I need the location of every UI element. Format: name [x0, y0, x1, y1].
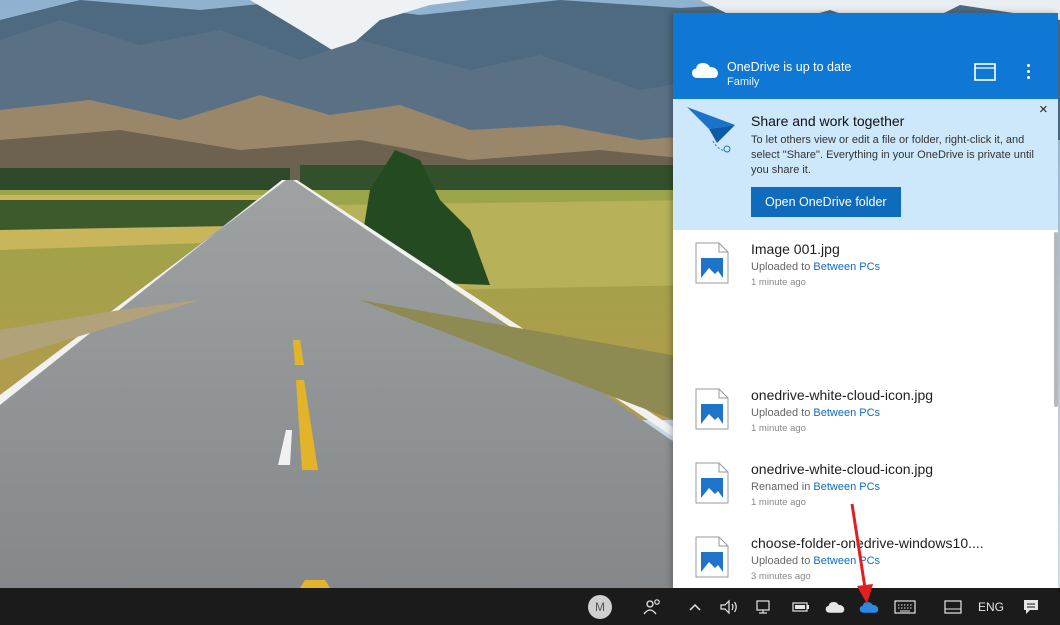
location-link[interactable]: Between PCs [813, 555, 880, 567]
image-file-icon [695, 536, 729, 578]
promo-text: To let others view or edit a file or fol… [751, 134, 1034, 176]
file-name: Image 001.jpg [751, 241, 840, 257]
file-name: onedrive-white-cloud-icon.jpg [751, 387, 934, 403]
onedrive-blue-icon[interactable] [856, 588, 882, 625]
more-options-icon[interactable] [1023, 61, 1033, 83]
sync-status-title: OneDrive is up to date [727, 60, 852, 74]
avatar[interactable]: M [585, 588, 615, 625]
location-link[interactable]: Between PCs [813, 261, 880, 273]
avatar-letter: M [588, 594, 612, 619]
tablet-icon[interactable] [940, 588, 966, 625]
close-icon[interactable]: × [1039, 101, 1048, 118]
location-link[interactable]: Between PCs [813, 407, 880, 419]
account-name: Family [727, 76, 760, 88]
list-item[interactable]: Image 001.jpg Uploaded to Between PCs 1 … [673, 230, 1048, 298]
people-icon[interactable] [640, 588, 666, 625]
file-time: 3 minutes ago [751, 571, 811, 582]
image-file-icon [695, 462, 729, 504]
flyout-header: OneDrive is up to date Family [673, 13, 1058, 99]
location-link[interactable]: Between PCs [813, 481, 880, 493]
list-item[interactable]: onedrive-white-cloud-icon.jpg Renamed in… [673, 450, 1048, 518]
taskbar: M ENG [0, 588, 1060, 625]
paper-plane-icon [687, 107, 735, 153]
volume-icon[interactable] [716, 588, 742, 625]
list-item[interactable]: onedrive-white-cloud-icon.jpg Uploaded t… [673, 376, 1048, 444]
onedrive-flyout: OneDrive is up to date Family × Share an… [673, 13, 1058, 588]
file-time: 1 minute ago [751, 423, 806, 434]
scrollbar[interactable] [1054, 232, 1058, 407]
file-time: 1 minute ago [751, 277, 806, 288]
chevron-up-icon[interactable] [684, 588, 706, 625]
battery-icon[interactable] [788, 588, 814, 625]
activity-list: Image 001.jpg Uploaded to Between PCs 1 … [673, 230, 1058, 588]
file-action: Renamed in Between PCs [751, 481, 881, 493]
file-action: Uploaded to Between PCs [751, 407, 881, 419]
share-promo-banner: × Share and work together To let others … [673, 99, 1058, 230]
file-action: Uploaded to Between PCs [751, 555, 881, 567]
file-name: choose-folder-onedrive-windows10.... [751, 535, 984, 551]
onedrive-cloud-icon [692, 63, 718, 78]
open-onedrive-folder-button[interactable]: Open OneDrive folder [751, 187, 901, 217]
file-time: 1 minute ago [751, 497, 806, 508]
list-item[interactable]: choose-folder-onedrive-windows10.... Upl… [673, 524, 1048, 588]
language-label: ENG [977, 599, 1004, 614]
file-action: Uploaded to Between PCs [751, 261, 881, 273]
language-indicator[interactable]: ENG [974, 588, 1008, 625]
network-icon[interactable] [752, 588, 778, 625]
notifications-icon[interactable] [1018, 588, 1044, 625]
keyboard-icon[interactable] [890, 588, 920, 625]
folder-icon[interactable] [974, 63, 996, 81]
promo-title: Share and work together [751, 113, 905, 129]
file-name: onedrive-white-cloud-icon.jpg [751, 461, 934, 477]
image-file-icon [695, 388, 729, 430]
image-file-icon [695, 242, 729, 284]
onedrive-white-icon[interactable] [822, 588, 848, 625]
